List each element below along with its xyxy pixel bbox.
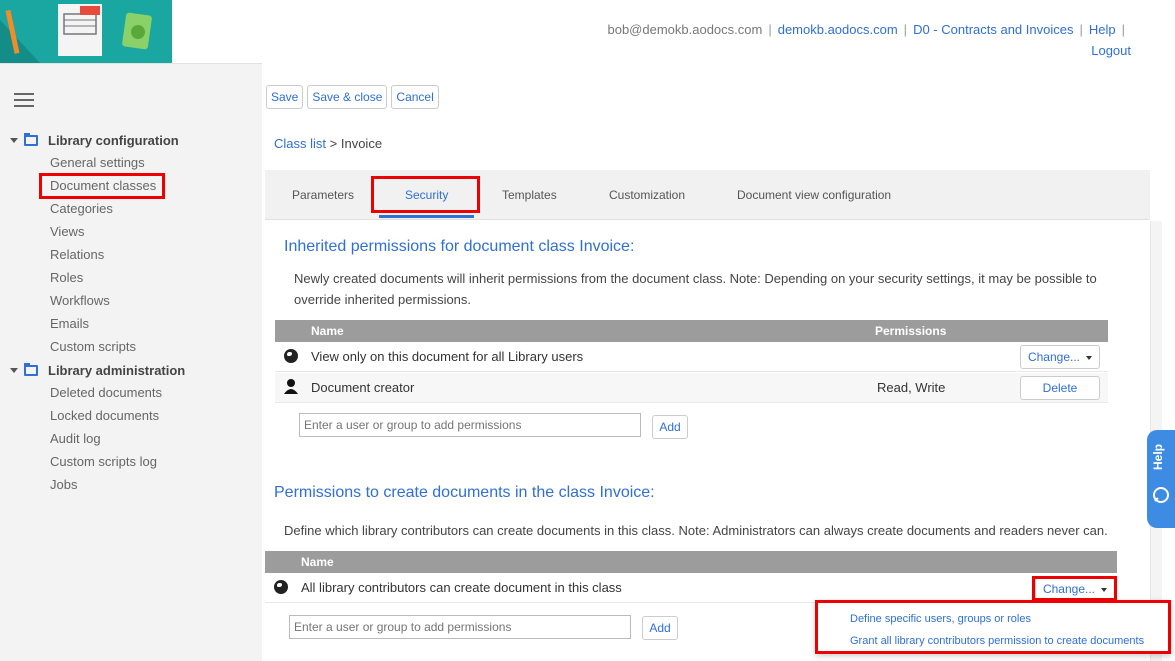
add-permission-button[interactable]: Add <box>652 415 688 439</box>
dropdown-caret-icon <box>1086 355 1093 360</box>
change-dropdown-menu: Define specific users, groups or roles G… <box>815 600 1171 654</box>
cancel-button[interactable]: Cancel <box>391 85 439 109</box>
chat-bubble-icon <box>1153 487 1169 503</box>
help-widget-label: Help <box>1151 443 1165 470</box>
help-link[interactable]: Help <box>1089 22 1116 37</box>
sidebar-item-document-classes[interactable]: Document classes <box>38 173 166 199</box>
person-icon <box>284 379 298 394</box>
inherited-table-header: Name Permissions <box>275 320 1108 342</box>
sidebar-item-locked-documents[interactable]: Locked documents <box>50 406 159 426</box>
sidebar-item-general-settings[interactable]: General settings <box>50 153 145 173</box>
sidebar-item-audit-log[interactable]: Audit log <box>50 429 101 449</box>
table-row: View only on this document for all Libra… <box>275 342 1108 372</box>
tab-document-view-configuration[interactable]: Document view configuration <box>737 170 891 220</box>
globe-icon <box>284 349 298 363</box>
caret-down-icon <box>10 137 18 143</box>
table-row: All library contributors can create docu… <box>265 573 1117 603</box>
header-links: bob@demokb.aodocs.com | demokb.aodocs.com |… <box>607 22 1131 58</box>
globe-icon <box>274 580 288 594</box>
add-create-permission-input[interactable] <box>289 615 631 639</box>
change-button[interactable]: Change... <box>1020 345 1100 369</box>
app-header: bob@demokb.aodocs.com | demokb.aodocs.com |… <box>0 0 1175 63</box>
logout-link[interactable]: Logout <box>1091 43 1131 58</box>
tab-templates[interactable]: Templates <box>502 170 557 220</box>
help-widget-tab[interactable]: Help <box>1147 430 1175 528</box>
add-permission-input[interactable] <box>299 413 641 437</box>
menu-item-define-specific[interactable]: Define specific users, groups or roles <box>850 613 1031 625</box>
app-logo[interactable] <box>0 0 172 63</box>
change-button-highlight <box>1032 576 1117 601</box>
inherited-permissions-description: Newly created documents will inherit per… <box>294 271 1097 307</box>
breadcrumb-current: Invoice <box>340 136 383 151</box>
sidebar-section-library-configuration[interactable]: Library configuration <box>10 130 179 150</box>
sidebar-item-custom-scripts[interactable]: Custom scripts <box>50 337 136 357</box>
sidebar-item-categories[interactable]: Categories <box>50 199 113 219</box>
sidebar-item-workflows[interactable]: Workflows <box>50 291 110 311</box>
menu-item-grant-all[interactable]: Grant all library contributors permissio… <box>850 635 1144 647</box>
tab-bar: Parameters Security Templates Customizat… <box>265 170 1150 220</box>
save-button[interactable]: Save <box>266 85 304 109</box>
create-permissions-description: Define which library contributors can cr… <box>284 523 1108 538</box>
inherited-permissions-title: Inherited permissions for document class… <box>284 238 635 255</box>
create-permissions-title: Permissions to create documents in the c… <box>274 484 655 501</box>
sidebar-item-views[interactable]: Views <box>50 222 84 242</box>
save-close-button[interactable]: Save & close <box>307 85 388 109</box>
sidebar-item-jobs[interactable]: Jobs <box>50 475 77 495</box>
sidebar-item-relations[interactable]: Relations <box>50 245 104 265</box>
sidebar-item-deleted-documents[interactable]: Deleted documents <box>50 383 162 403</box>
tab-security-highlight <box>371 176 480 213</box>
caret-down-icon <box>10 367 18 373</box>
table-row: Document creator Read, Write Delete <box>275 373 1108 403</box>
breadcrumb: Class list > Invoice <box>274 136 383 151</box>
folder-icon <box>24 132 38 146</box>
sidebar-item-emails[interactable]: Emails <box>50 314 89 334</box>
sidebar-section-library-administration[interactable]: Library administration <box>10 360 185 380</box>
sidebar: Library configuration General settings D… <box>0 63 262 661</box>
add-create-permission-button[interactable]: Add <box>642 616 678 640</box>
sidebar-item-custom-scripts-log[interactable]: Custom scripts log <box>50 452 157 472</box>
delete-button[interactable]: Delete <box>1020 376 1100 400</box>
user-email: bob@demokb.aodocs.com <box>607 22 763 37</box>
library-link[interactable]: D0 - Contracts and Invoices <box>913 22 1073 37</box>
active-tab-indicator <box>379 215 474 218</box>
hamburger-menu-icon[interactable] <box>14 93 34 107</box>
action-toolbar: Save Save & close Cancel <box>266 85 439 109</box>
tab-customization[interactable]: Customization <box>609 170 685 220</box>
create-table-header: Name <box>265 551 1117 573</box>
domain-link[interactable]: demokb.aodocs.com <box>778 22 898 37</box>
tab-parameters[interactable]: Parameters <box>292 170 354 220</box>
breadcrumb-class-list-link[interactable]: Class list <box>274 136 326 151</box>
folder-icon <box>24 362 38 376</box>
sidebar-item-roles[interactable]: Roles <box>50 268 83 288</box>
